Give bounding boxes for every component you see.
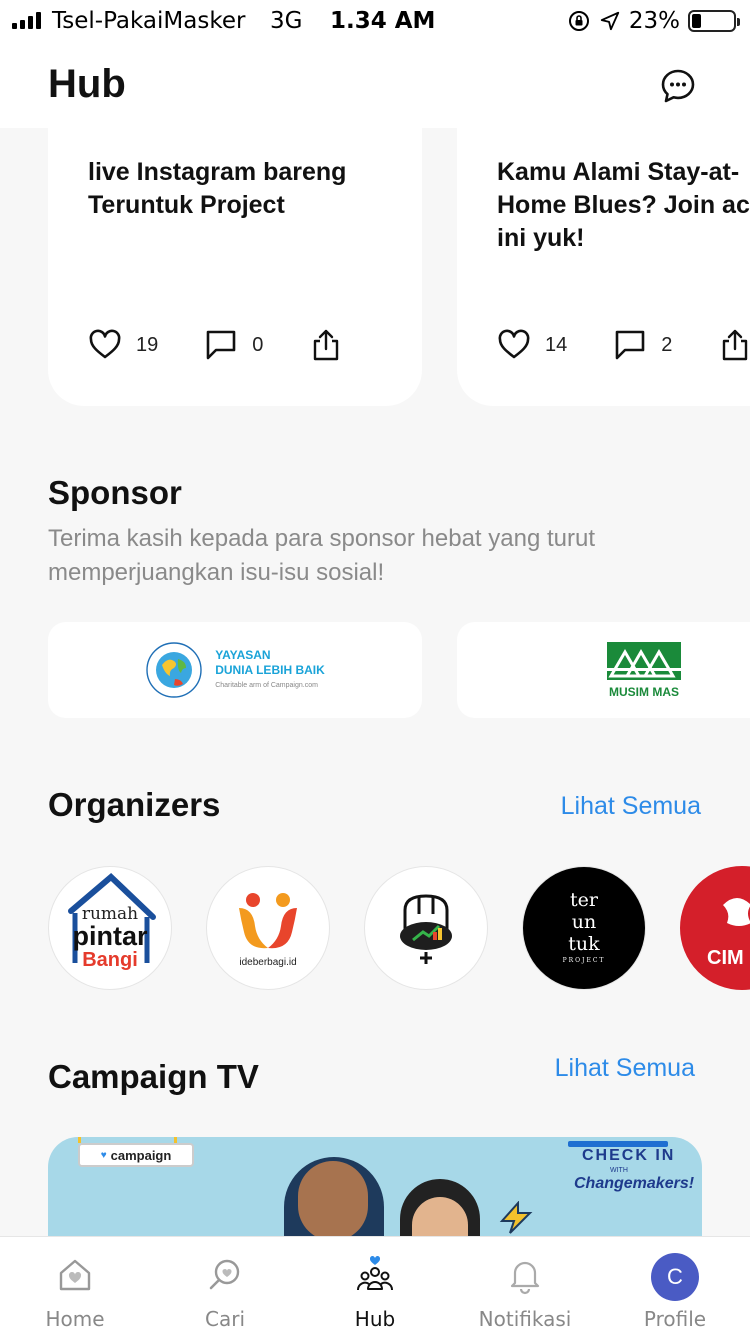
organizer-logo-text: un [571,911,597,933]
tab-hub[interactable]: Hub [300,1237,450,1334]
organizer-logo-text: Bangi [82,949,138,971]
campaign-badge-text: campaign [110,1147,172,1163]
hub-icon [357,1256,393,1291]
organizers-see-all-link[interactable]: Lihat Semua [561,792,701,821]
musim-mas-logo-icon [607,642,681,680]
sponsor-logo-text: DUNIA LEBIH BAIK [215,662,325,677]
sponsor-logo-text: Charitable arm of Campaign.com [215,681,318,689]
tab-label: Notifikasi [478,1307,572,1331]
bell-icon [510,1261,540,1295]
home-icon [59,1259,91,1291]
organizer-avatar[interactable]: rumah pintar Bangi [48,866,172,990]
check-in-text: CHECK IN [582,1147,676,1164]
organizer-logo-text: ter [570,889,598,911]
sponsor-card[interactable]: YAYASAN DUNIA LEBIH BAIK Charitable arm … [48,622,422,718]
globe-logo-icon [146,642,202,698]
sponsor-description: Terima kasih kepada para sponsor hebat y… [48,525,595,586]
organizer-avatar[interactable]: ideberbagi.id [206,866,330,990]
person-face [298,1161,368,1236]
campaign-tv-title: Campaign TV [48,1058,259,1095]
share-icon[interactable] [309,328,343,362]
hub-content[interactable]: live Instagram bareng Teruntuk Project 1… [0,128,750,1236]
campaign-card[interactable]: Kamu Alami Stay-at-Home Blues? Join acar… [457,128,750,406]
tab-label: Profile [643,1307,707,1331]
like-count: 19 [136,333,159,356]
campaign-tv-video-thumbnail[interactable]: ♥ campaign CHECK IN WITH Changemakers! [48,1137,702,1236]
battery-fill [692,14,701,28]
avatar: C [651,1253,699,1301]
tab-cari[interactable]: Cari [150,1237,300,1334]
heart-icon[interactable] [497,328,531,362]
clock: 1.34 AM [330,8,436,34]
status-bar: Tsel-PakaiMasker 3G 1.34 AM 23% [0,0,750,42]
helmet-chart-logo-icon [400,894,452,964]
tab-label: Cari [205,1307,245,1331]
comment-icon[interactable] [613,328,647,362]
organizer-avatar[interactable]: ter un tuk PROJECT [522,866,646,990]
organizer-logo-text: CIM [707,947,744,969]
tab-home[interactable]: Home [0,1237,150,1334]
search-icon [209,1259,240,1290]
heart-icon: ♥ [100,1149,107,1161]
bottom-tab-bar: Home Cari Hub Notifikasi C Profile [0,1236,750,1334]
organizer-logo-text: tuk [568,933,600,955]
sponsor-logo-text: YAYASAN [215,647,271,662]
cimb-emblem-icon [723,898,750,926]
comment-count: 0 [252,333,264,356]
campaign-card-title: live Instagram bareng Teruntuk Project [88,158,347,219]
organizer-logo-text: PROJECT [562,957,606,964]
tab-label: Home [45,1307,105,1331]
battery-percent: 23% [628,8,680,34]
tab-notifikasi[interactable]: Notifikasi [450,1237,600,1334]
share-icon[interactable] [718,328,750,362]
sponsor-logo-text: MUSIM MAS [609,685,679,699]
battery-icon [688,10,740,32]
campaign-card-title: Kamu Alami Stay-at-Home Blues? Join acar… [497,158,750,252]
lightning-icon [499,1201,533,1234]
campaign-badge: ♥ campaign [78,1143,194,1167]
organizers-title: Organizers [48,786,221,823]
orientation-lock-icon [568,11,589,31]
comment-count: 2 [661,333,673,356]
sponsor-title: Sponsor [48,474,182,511]
heart-icon[interactable] [88,328,122,362]
organizer-logo-text: pintar [72,921,148,951]
chat-bubble-icon[interactable] [658,66,698,106]
comment-icon[interactable] [204,328,238,362]
carrier-name: Tsel-PakaiMasker [52,8,246,34]
ideberbagi-people-icon [239,893,297,949]
signal-icon [12,11,41,29]
campaign-tv-see-all-link[interactable]: Lihat Semua [555,1054,695,1083]
organizer-avatar[interactable]: CIM [680,866,750,990]
location-arrow-icon [600,11,620,31]
changemakers-text: Changemakers! [574,1175,695,1192]
organizer-logo-text: ideberbagi.id [239,957,297,968]
like-count: 14 [545,333,568,356]
organizer-avatar[interactable] [364,866,488,990]
page-title: Hub [48,62,126,106]
campaign-card[interactable]: live Instagram bareng Teruntuk Project 1… [48,128,422,406]
tab-profile[interactable]: C Profile [600,1237,750,1334]
sponsor-card[interactable]: MUSIM MAS [457,622,750,718]
header: Hub [0,42,750,128]
network-type: 3G [270,8,303,34]
tab-label: Hub [354,1307,396,1331]
with-text: WITH [610,1167,628,1174]
